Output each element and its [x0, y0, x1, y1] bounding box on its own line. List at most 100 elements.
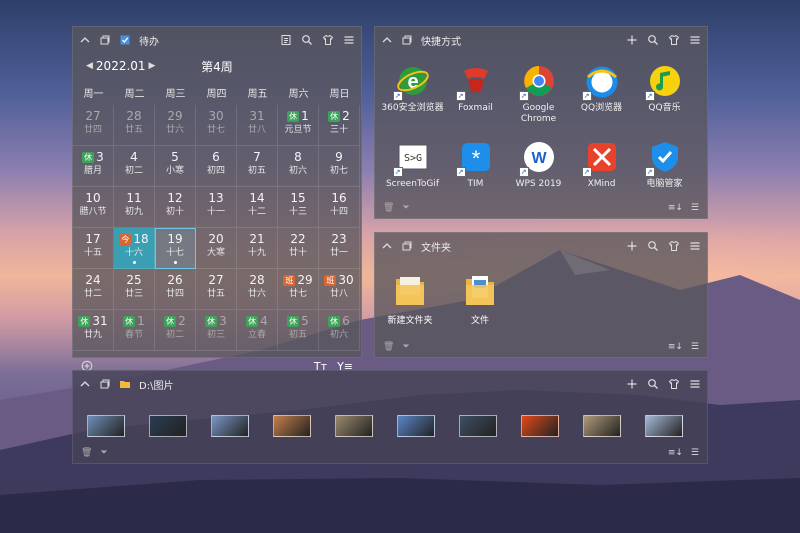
list-menu-icon[interactable]: ☰	[691, 448, 699, 458]
calendar-day[interactable]: 16 十四	[319, 187, 360, 228]
calendar-day[interactable]: 22 廿十	[278, 228, 319, 269]
image-thumbnail[interactable]	[459, 415, 497, 437]
shortcut-item[interactable]: e ↗ 360安全浏览器	[381, 63, 444, 135]
image-thumbnail[interactable]	[521, 415, 559, 437]
trash-icon[interactable]: 🗑	[81, 448, 92, 458]
trash-icon[interactable]: 🗑	[383, 342, 394, 352]
window-icon[interactable]	[401, 240, 413, 252]
shirt-icon[interactable]	[668, 34, 680, 46]
calendar-day[interactable]: 24 廿二	[73, 269, 114, 310]
note-icon[interactable]	[280, 34, 292, 46]
trash-icon[interactable]: 🗑	[383, 203, 394, 213]
shortcut-item[interactable]: ↗ Foxmail	[444, 63, 507, 135]
calendar-day[interactable]: 21 十九	[237, 228, 278, 269]
calendar-day[interactable]: 9 初七	[319, 146, 360, 187]
calendar-day[interactable]: 休 31 廿九	[73, 310, 114, 351]
calendar-day[interactable]: 休 1 元旦节	[278, 105, 319, 146]
calendar-day[interactable]: 27 廿五	[196, 269, 237, 310]
collapse-icon[interactable]	[381, 34, 393, 46]
prev-month-button[interactable]: ◀	[83, 61, 96, 71]
collapse-icon[interactable]	[381, 240, 393, 252]
calendar-day[interactable]: 29 廿六	[155, 105, 196, 146]
add-icon[interactable]	[626, 240, 638, 252]
sort-icon[interactable]: ≡↓	[668, 203, 683, 213]
filter-icon[interactable]: ⏷	[402, 203, 409, 213]
calendar-day[interactable]: 12 初十	[155, 187, 196, 228]
calendar-day[interactable]: 休 6 初六	[319, 310, 360, 351]
image-thumbnail[interactable]	[335, 415, 373, 437]
menu-icon[interactable]	[343, 34, 355, 46]
list-menu-icon[interactable]: ☰	[691, 203, 699, 213]
calendar-day[interactable]: 20 大寒	[196, 228, 237, 269]
calendar-day[interactable]: 班 29 廿七	[278, 269, 319, 310]
calendar-day[interactable]: 15 十三	[278, 187, 319, 228]
shortcut-item[interactable]: ↗ Google Chrome	[507, 63, 570, 135]
calendar-day[interactable]: 班 30 廿八	[319, 269, 360, 310]
filter-icon[interactable]: ⏷	[402, 342, 409, 352]
calendar-day[interactable]: 28 廿五	[114, 105, 155, 146]
image-thumbnail[interactable]	[211, 415, 249, 437]
calendar-day[interactable]: 17 十五	[73, 228, 114, 269]
search-icon[interactable]	[647, 34, 659, 46]
calendar-day[interactable]: 今 18 十六	[114, 228, 155, 269]
calendar-day[interactable]: 休 1 春节	[114, 310, 155, 351]
add-icon[interactable]	[626, 378, 638, 390]
next-month-button[interactable]: ▶	[146, 61, 159, 71]
folder-item[interactable]: 新建文件夹	[385, 271, 435, 326]
shirt-icon[interactable]	[322, 34, 334, 46]
search-icon[interactable]	[647, 378, 659, 390]
filter-icon[interactable]: ⏷	[100, 448, 107, 458]
shirt-icon[interactable]	[668, 378, 680, 390]
sort-icon[interactable]: ≡↓	[668, 448, 683, 458]
add-icon[interactable]	[626, 34, 638, 46]
calendar-day[interactable]: 休 3 腊月	[73, 146, 114, 187]
calendar-day[interactable]: 休 3 初三	[196, 310, 237, 351]
calendar-day[interactable]: 26 廿四	[155, 269, 196, 310]
calendar-day[interactable]: 休 2 初二	[155, 310, 196, 351]
image-thumbnails	[73, 397, 707, 437]
calendar-day[interactable]: 25 廿三	[114, 269, 155, 310]
calendar-day[interactable]: 19 十七	[155, 228, 196, 269]
month-label[interactable]: 2022.01	[96, 59, 146, 73]
calendar-day[interactable]: 10 腊八节	[73, 187, 114, 228]
image-thumbnail[interactable]	[149, 415, 187, 437]
calendar-day[interactable]: 14 十二	[237, 187, 278, 228]
window-icon[interactable]	[99, 34, 111, 46]
calendar-day[interactable]: 4 初二	[114, 146, 155, 187]
search-icon[interactable]	[647, 240, 659, 252]
calendar-day[interactable]: 23 廿一	[319, 228, 360, 269]
collapse-icon[interactable]	[79, 378, 91, 390]
sort-icon[interactable]: ≡↓	[668, 342, 683, 352]
calendar-day[interactable]: 休 4 立春	[237, 310, 278, 351]
list-menu-icon[interactable]: ☰	[691, 342, 699, 352]
search-icon[interactable]	[301, 34, 313, 46]
shortcut-item[interactable]: ↗ QQ音乐	[633, 63, 696, 135]
shirt-icon[interactable]	[668, 240, 680, 252]
menu-icon[interactable]	[689, 240, 701, 252]
calendar-day[interactable]: 5 小寒	[155, 146, 196, 187]
calendar-day[interactable]: 13 十一	[196, 187, 237, 228]
menu-icon[interactable]	[689, 34, 701, 46]
folder-item[interactable]: 文件	[455, 271, 505, 326]
image-thumbnail[interactable]	[583, 415, 621, 437]
image-thumbnail[interactable]	[87, 415, 125, 437]
calendar-day[interactable]: 31 廿八	[237, 105, 278, 146]
calendar-day[interactable]: 11 初九	[114, 187, 155, 228]
calendar-day[interactable]: 28 廿六	[237, 269, 278, 310]
calendar-day[interactable]: 6 初四	[196, 146, 237, 187]
window-icon[interactable]	[401, 34, 413, 46]
window-icon[interactable]	[99, 378, 111, 390]
shortcut-item[interactable]: ↗ QQ浏览器	[570, 63, 633, 135]
lunar-date: 初四	[206, 166, 225, 176]
image-thumbnail[interactable]	[397, 415, 435, 437]
calendar-day[interactable]: 27 廿四	[73, 105, 114, 146]
calendar-day[interactable]: 8 初六	[278, 146, 319, 187]
calendar-day[interactable]: 30 廿七	[196, 105, 237, 146]
calendar-day[interactable]: 休 5 初五	[278, 310, 319, 351]
collapse-icon[interactable]	[79, 34, 91, 46]
menu-icon[interactable]	[689, 378, 701, 390]
image-thumbnail[interactable]	[273, 415, 311, 437]
calendar-day[interactable]: 休 2 三十	[319, 105, 360, 146]
image-thumbnail[interactable]	[645, 415, 683, 437]
calendar-day[interactable]: 7 初五	[237, 146, 278, 187]
